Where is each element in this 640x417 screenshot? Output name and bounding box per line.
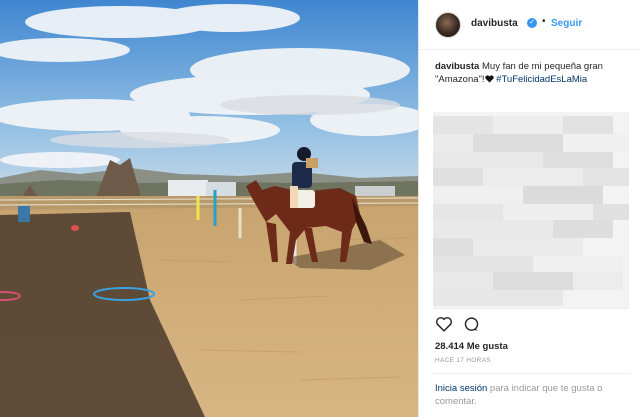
post-actions (433, 316, 513, 336)
avatar[interactable] (435, 12, 461, 38)
login-divider (433, 373, 629, 374)
post-photo[interactable] (0, 0, 418, 417)
post-header: davibusta ✓ • Seguir (419, 0, 640, 50)
riding-arena-photo (0, 0, 418, 417)
verified-check-icon: ✓ (527, 18, 537, 28)
caption-username[interactable]: davibusta (435, 61, 479, 72)
post-sidebar: davibusta ✓ • Seguir davibusta Muy fan d… (419, 0, 640, 417)
heart-outline-icon[interactable] (435, 316, 455, 336)
black-heart-emoji-icon (484, 74, 494, 83)
pixelated-comments-area (433, 112, 629, 308)
caption-hashtag[interactable]: #TuFelicidadEsLaMia (496, 74, 587, 85)
comment-bubble-icon[interactable] (463, 316, 483, 336)
follow-button[interactable]: Seguir (551, 18, 582, 29)
post-caption: davibusta Muy fan de mi pequeña gran "Am… (435, 60, 631, 86)
username-link[interactable]: davibusta (471, 18, 518, 29)
login-link[interactable]: Inicia sesión (435, 383, 487, 394)
post-timestamp: HACE 17 HORAS (435, 357, 491, 364)
actions-divider (433, 308, 629, 309)
login-prompt: Inicia sesión para indicar que te gusta … (435, 382, 631, 408)
header-separator: • (542, 16, 546, 27)
likes-count[interactable]: 28.414 Me gusta (435, 341, 508, 352)
